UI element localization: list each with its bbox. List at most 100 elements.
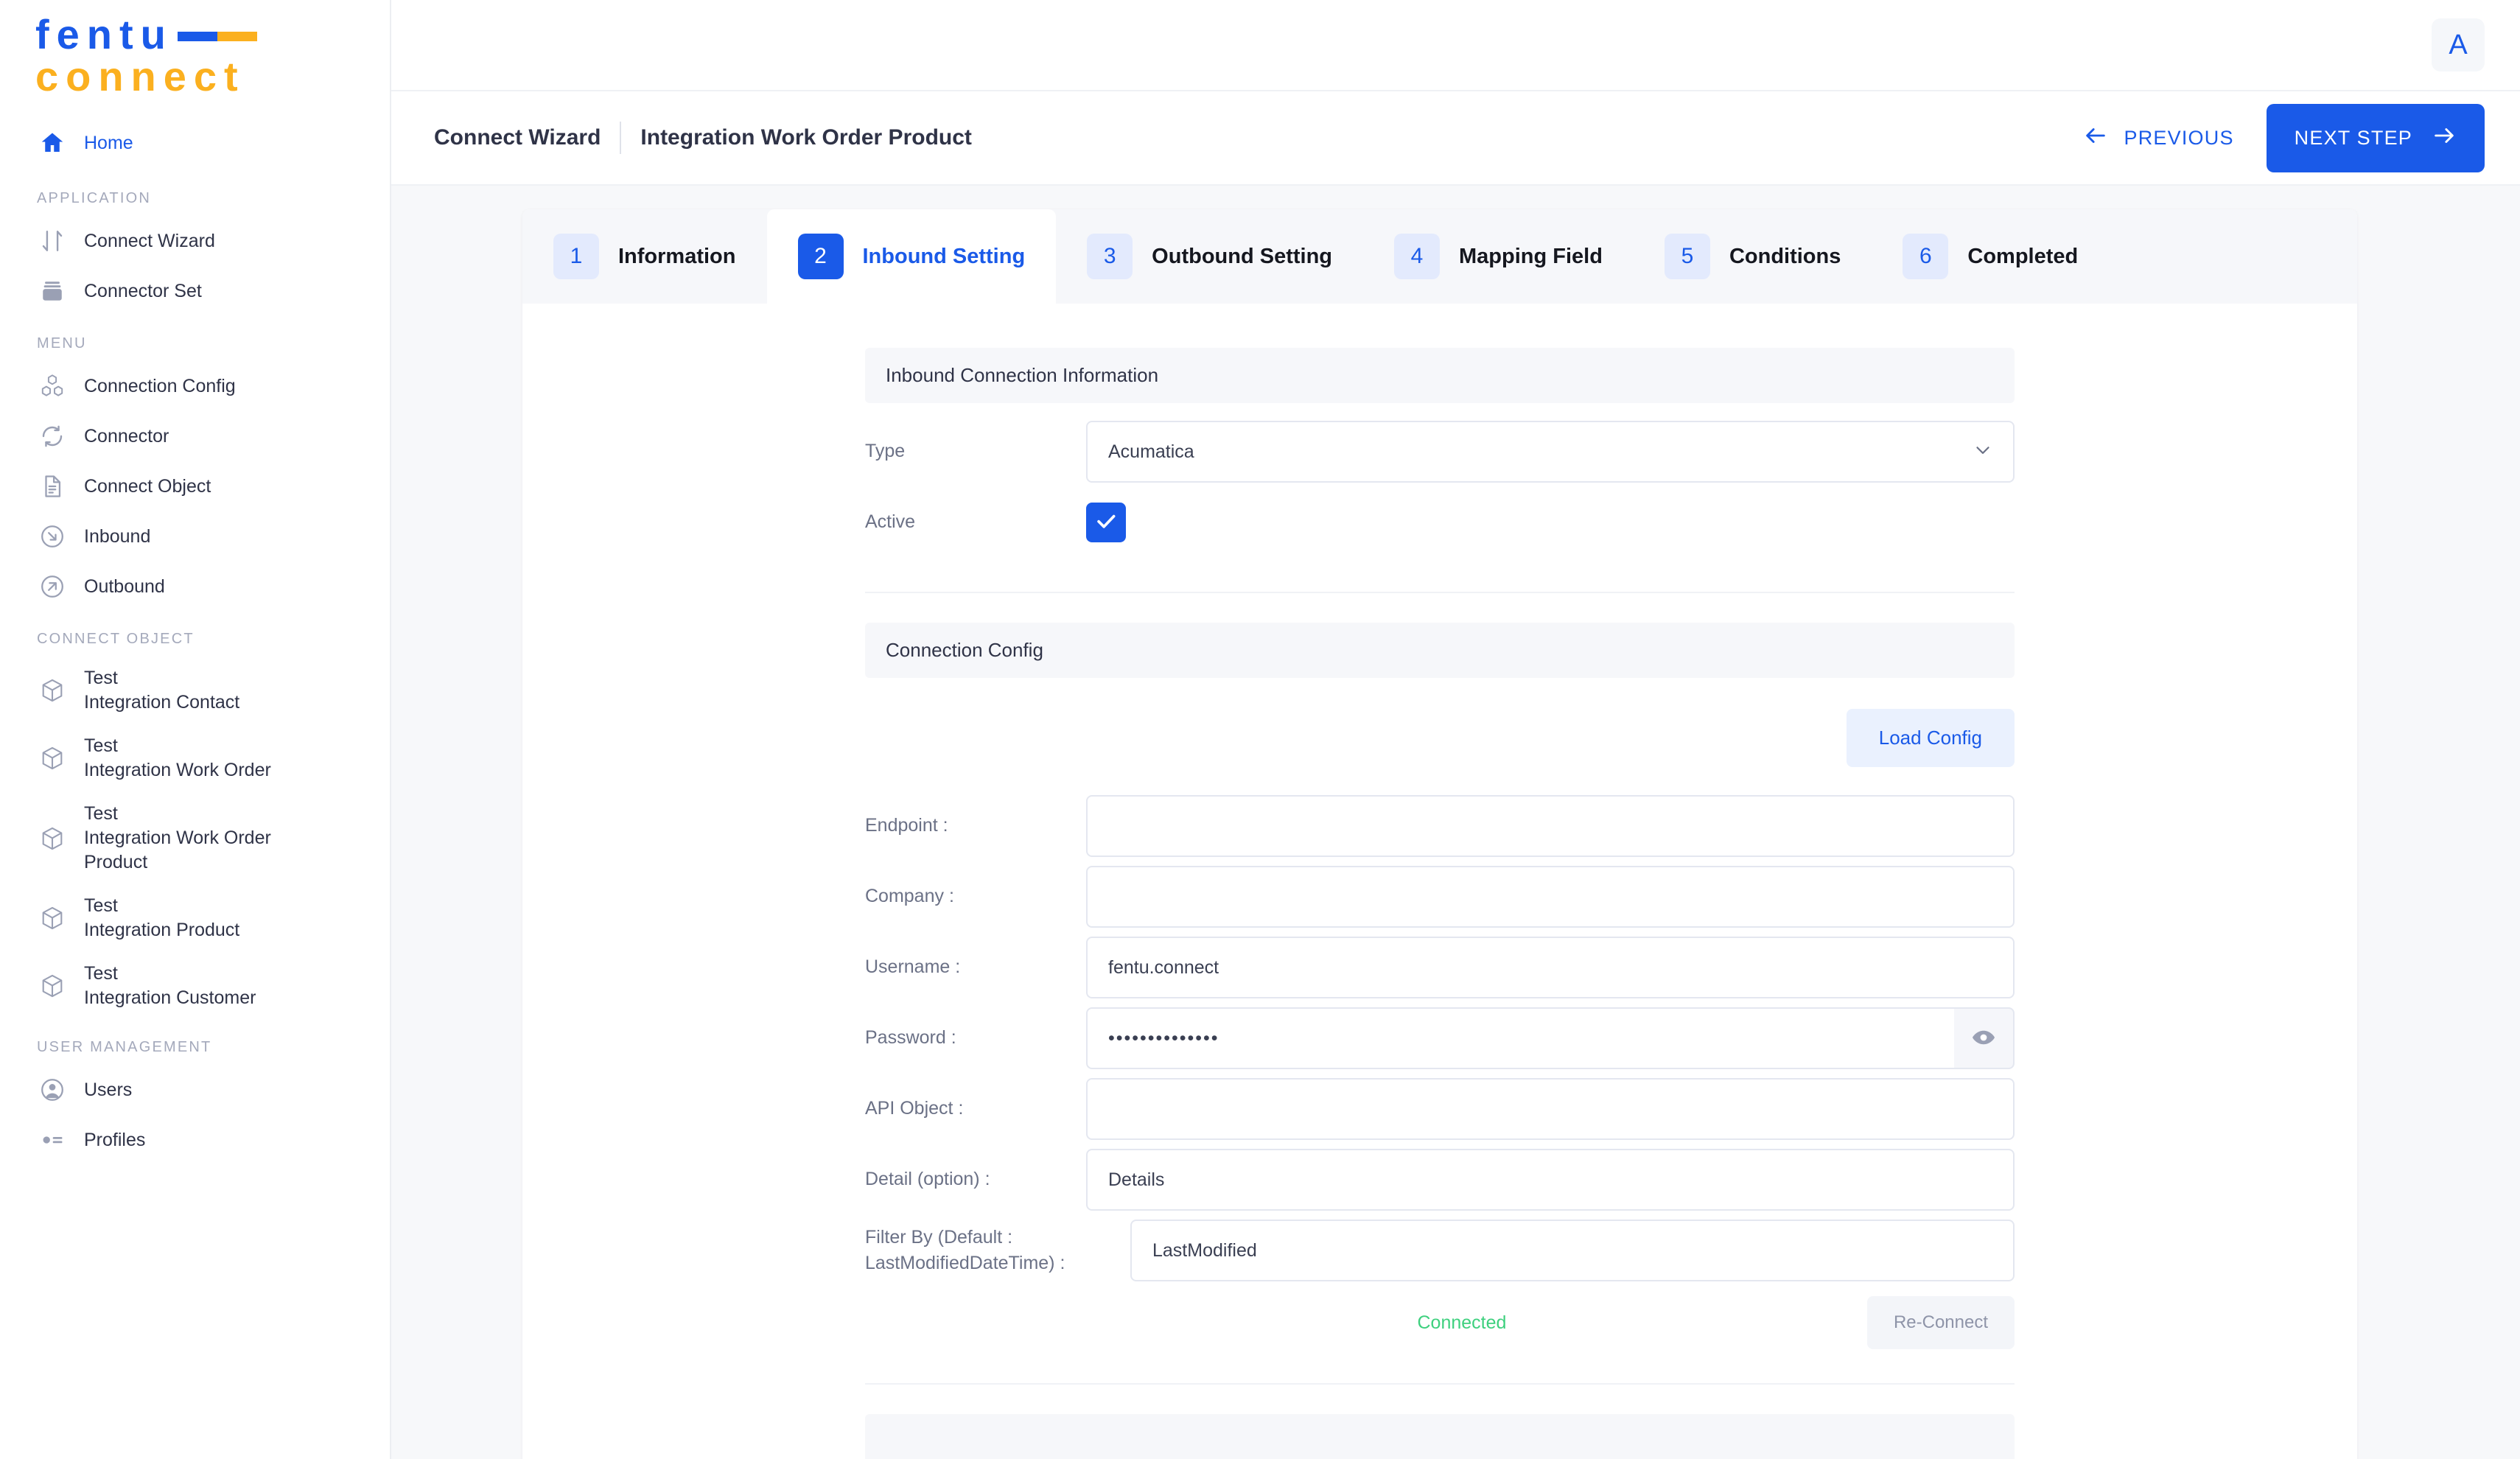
tab-conditions[interactable]: 5 Conditions bbox=[1634, 209, 1872, 304]
sidebar-item-users[interactable]: Users bbox=[0, 1065, 390, 1115]
sidebar-item-test-integration-work-order[interactable]: Test Integration Work Order bbox=[0, 724, 390, 792]
field-row-type: Type bbox=[865, 416, 2015, 487]
sidebar-item-test-integration-contact[interactable]: Test Integration Contact bbox=[0, 657, 390, 724]
avatar[interactable]: A bbox=[2432, 18, 2485, 71]
field-row-detail: Detail (option) : bbox=[865, 1144, 2015, 1215]
sidebar-item-label: Test Integration Product bbox=[84, 895, 240, 941]
status-badge: Connected bbox=[1417, 1312, 1507, 1333]
document-icon bbox=[37, 471, 68, 502]
brand-logo-line1: fentu bbox=[35, 11, 173, 57]
sidebar-group-connect-object: CONNECT OBJECT bbox=[37, 631, 195, 648]
sidebar-item-inbound[interactable]: Inbound bbox=[0, 511, 390, 561]
sidebar-item-label: Test Integration Work Order bbox=[84, 735, 271, 781]
section-divider-bottom bbox=[865, 1383, 2015, 1385]
brand-logo-dash bbox=[177, 31, 257, 41]
sidebar-item-label: Inbound bbox=[84, 525, 151, 547]
sidebar-item-connect-object[interactable]: Connect Object bbox=[0, 461, 390, 511]
sidebar-item-label: Users bbox=[84, 1079, 133, 1100]
sidebar-item-test-integration-product[interactable]: Test Integration Product bbox=[0, 884, 390, 952]
tab-mapping-field[interactable]: 4 Mapping Field bbox=[1363, 209, 1634, 304]
cube-icon bbox=[37, 823, 68, 854]
sidebar-item-profiles[interactable]: Profiles bbox=[0, 1115, 390, 1165]
filter-by-input[interactable] bbox=[1130, 1220, 2015, 1281]
active-checkbox[interactable] bbox=[1086, 503, 1126, 542]
sidebar-item-label: Profiles bbox=[84, 1129, 146, 1150]
inbound-connection-section-title: Inbound Connection Information bbox=[865, 348, 2015, 403]
sidebar-item-label: Test Integration Customer bbox=[84, 963, 256, 1009]
app-root: fentu connect Home APPLICATION Connect W… bbox=[0, 0, 2520, 1459]
tab-completed[interactable]: 6 Completed bbox=[1872, 209, 2109, 304]
step-number: 1 bbox=[553, 234, 599, 279]
password-input[interactable] bbox=[1086, 1007, 1954, 1069]
arrow-right-icon bbox=[2432, 123, 2457, 153]
step-number: 5 bbox=[1664, 234, 1710, 279]
sidebar-item-connector[interactable]: Connector bbox=[0, 411, 390, 461]
step-label: Mapping Field bbox=[1459, 244, 1603, 268]
load-config-row: Load Config bbox=[865, 691, 2015, 791]
cube-icon bbox=[37, 903, 68, 934]
filter-by-label: Filter By (Default : LastModifiedDateTim… bbox=[865, 1226, 1065, 1274]
sidebar-group-user-management: USER MANAGEMENT bbox=[37, 1039, 212, 1056]
check-icon bbox=[1093, 508, 1119, 537]
brand-logo[interactable]: fentu connect bbox=[0, 0, 390, 99]
step-label: Inbound Setting bbox=[862, 244, 1026, 268]
field-row-endpoint: Endpoint : bbox=[865, 791, 2015, 861]
cube-icon bbox=[37, 675, 68, 706]
detail-input[interactable] bbox=[1086, 1149, 2015, 1211]
step-label: Information bbox=[618, 244, 736, 268]
arrow-left-icon bbox=[2083, 123, 2108, 153]
step-label: Outbound Setting bbox=[1152, 244, 1333, 268]
company-input[interactable] bbox=[1086, 866, 2015, 928]
field-row-active: Active bbox=[865, 487, 2015, 558]
sidebar-item-home[interactable]: Home bbox=[0, 118, 390, 168]
load-config-button[interactable]: Load Config bbox=[1846, 709, 2015, 767]
sidebar-item-label: Connector Set bbox=[84, 280, 202, 301]
sidebar-item-label: Test Integration Contact bbox=[84, 668, 240, 713]
sidebar-item-outbound[interactable]: Outbound bbox=[0, 561, 390, 612]
tab-inbound-setting[interactable]: 2 Inbound Setting bbox=[766, 209, 1057, 304]
sidebar-group-application: APPLICATION bbox=[37, 190, 151, 207]
sidebar-item-label: Connect Object bbox=[84, 475, 211, 497]
step-label: Completed bbox=[1967, 244, 2079, 268]
sidebar-item-test-integration-customer[interactable]: Test Integration Customer bbox=[0, 952, 390, 1020]
breadcrumb-parent[interactable]: Connect Wizard bbox=[434, 125, 601, 150]
password-label: Password : bbox=[865, 1027, 956, 1049]
connection-config-section-title: Connection Config bbox=[865, 623, 2015, 678]
sidebar-item-label: Test Integration Work Order Product bbox=[84, 803, 271, 873]
type-select[interactable] bbox=[1086, 421, 2015, 483]
endpoint-input[interactable] bbox=[1086, 795, 2015, 857]
tab-outbound-setting[interactable]: 3 Outbound Setting bbox=[1056, 209, 1363, 304]
api-object-input[interactable] bbox=[1086, 1078, 2015, 1140]
reconnect-button[interactable]: Re-Connect bbox=[1866, 1296, 2015, 1349]
previous-button-label: PREVIOUS bbox=[2124, 126, 2234, 149]
arrow-up-right-circle-icon bbox=[37, 571, 68, 602]
sidebar-item-connection-config[interactable]: Connection Config bbox=[0, 361, 390, 411]
tab-information[interactable]: 1 Information bbox=[522, 209, 767, 304]
connection-status-row: Connected Re-Connect bbox=[865, 1286, 2015, 1349]
cube-icon bbox=[37, 970, 68, 1001]
field-row-company: Company : bbox=[865, 861, 2015, 932]
eye-icon bbox=[1971, 1025, 1996, 1052]
previous-button[interactable]: PREVIOUS bbox=[2076, 113, 2241, 164]
sidebar-item-connect-wizard[interactable]: Connect Wizard bbox=[0, 216, 390, 266]
sidebar-item-test-integration-work-order-product[interactable]: Test Integration Work Order Product bbox=[0, 792, 390, 884]
sort-arrows-icon bbox=[37, 225, 68, 256]
page-title: Integration Work Order Product bbox=[640, 125, 972, 150]
sidebar-item-label: Outbound bbox=[84, 575, 165, 597]
content-wrapper: 1 Information 2 Inbound Setting 3 Outbou… bbox=[391, 186, 2520, 1459]
field-row-password: Password : bbox=[865, 1003, 2015, 1074]
api-object-label: API Object : bbox=[865, 1098, 964, 1119]
toggle-password-visibility-button[interactable] bbox=[1953, 1007, 2015, 1069]
step-number: 2 bbox=[797, 234, 844, 279]
sidebar-group-menu: MENU bbox=[37, 335, 87, 352]
username-input[interactable] bbox=[1086, 937, 2015, 998]
user-circle-icon bbox=[37, 1074, 68, 1105]
step-number: 4 bbox=[1394, 234, 1441, 279]
next-step-button[interactable]: NEXT STEP bbox=[2266, 103, 2485, 172]
breadcrumb: Connect Wizard Integration Work Order Pr… bbox=[391, 91, 2520, 186]
wizard-card: 1 Information 2 Inbound Setting 3 Outbou… bbox=[522, 209, 2357, 1459]
sidebar-item-connector-set[interactable]: Connector Set bbox=[0, 266, 390, 316]
endpoint-label: Endpoint : bbox=[865, 815, 948, 836]
next-step-button-label: NEXT STEP bbox=[2294, 126, 2412, 149]
company-label: Company : bbox=[865, 886, 954, 907]
